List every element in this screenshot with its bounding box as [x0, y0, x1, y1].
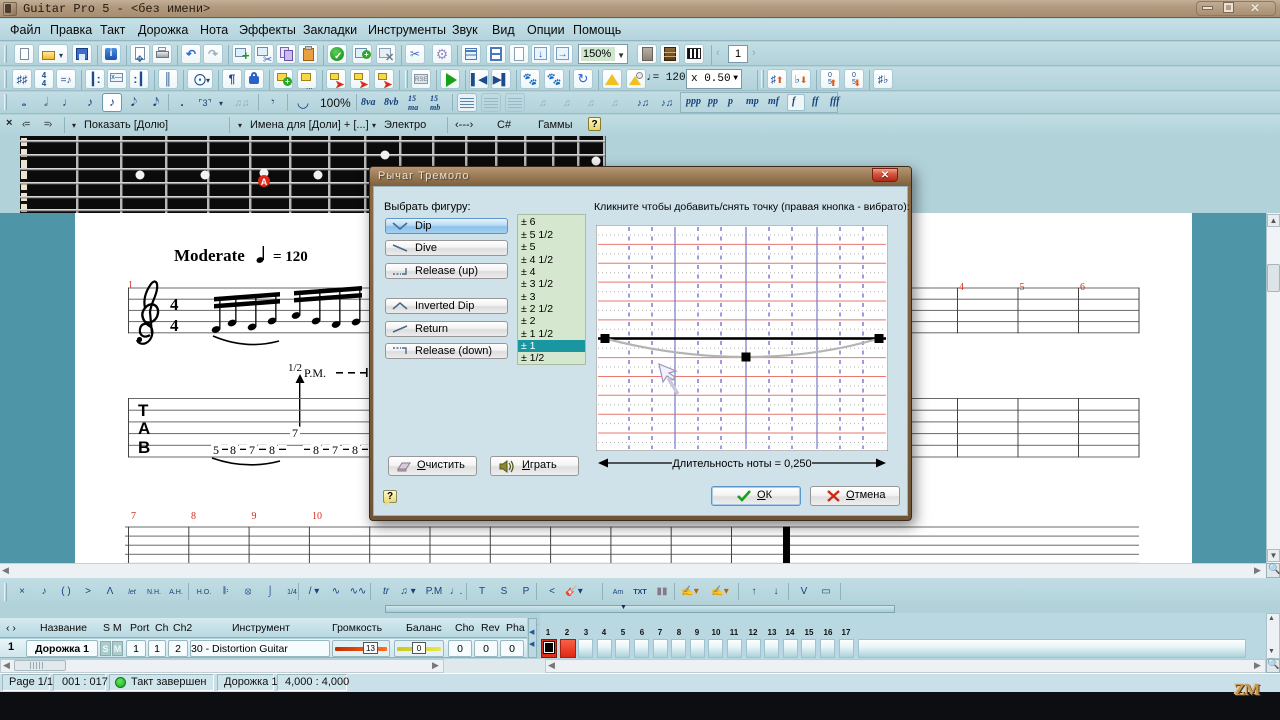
svg-text:= 120: = 120 [273, 249, 308, 265]
svg-text:7: 7 [131, 511, 136, 522]
svg-text:Длительность ноты = 0,250: Длительность ноты = 0,250 [672, 458, 811, 470]
svg-text:4: 4 [170, 316, 179, 335]
svg-text:8: 8 [352, 443, 358, 457]
svg-text:Moderate: Moderate [174, 246, 245, 265]
svg-text:10: 10 [312, 511, 322, 522]
svg-text:8: 8 [191, 511, 196, 522]
svg-text:6: 6 [1080, 282, 1085, 293]
svg-text:4: 4 [170, 295, 179, 314]
svg-text:7: 7 [292, 426, 298, 440]
svg-text:7: 7 [249, 443, 255, 457]
svg-text:7: 7 [332, 443, 338, 457]
svg-text:8: 8 [230, 443, 236, 457]
svg-text:P.M.: P.M. [304, 366, 326, 380]
svg-text:5: 5 [1020, 282, 1025, 293]
svg-text:4: 4 [959, 282, 964, 293]
svg-text:A: A [138, 419, 150, 438]
svg-text:T: T [138, 401, 149, 420]
svg-text:8: 8 [313, 443, 319, 457]
svg-text:1/2: 1/2 [288, 362, 302, 374]
svg-text:5: 5 [213, 443, 219, 457]
svg-text:9: 9 [252, 511, 257, 522]
svg-text:B: B [138, 438, 150, 457]
svg-text:8: 8 [269, 443, 275, 457]
